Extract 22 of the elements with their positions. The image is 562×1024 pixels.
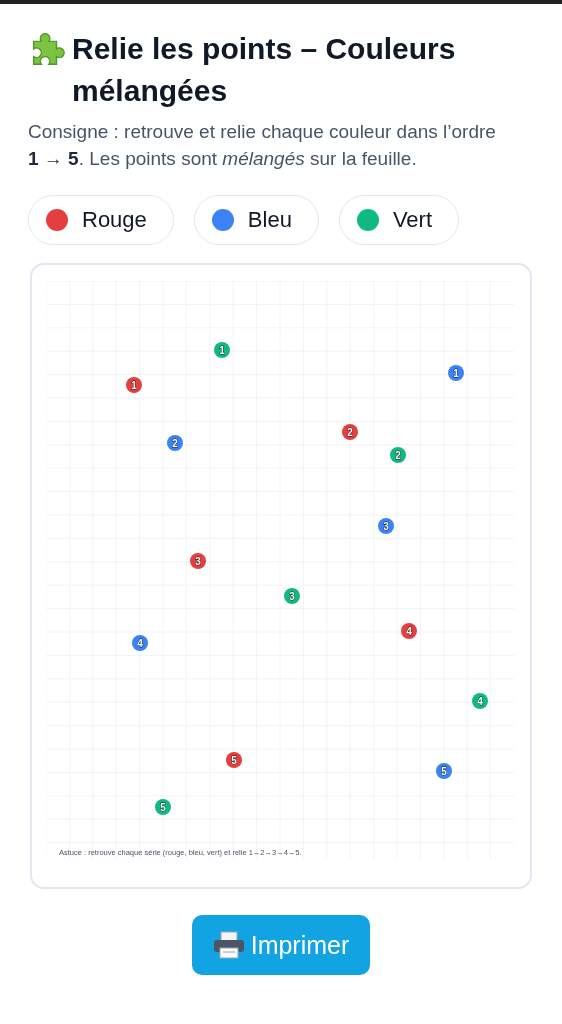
printer-icon — [212, 931, 245, 959]
numbered-dot: 2 — [342, 424, 358, 440]
numbered-dot: 4 — [401, 623, 417, 639]
numbered-dot: 3 — [190, 553, 206, 569]
numbered-dot: 4 — [132, 635, 148, 651]
numbered-dot: 4 — [472, 693, 488, 709]
numbered-dot: 2 — [167, 435, 183, 451]
legend-label: Bleu — [247, 207, 292, 233]
instructions: Consigne : retrouve et relie chaque couleur dans l’ordre 1 → 5. Les points sont mélangés sur la feuille. — [28, 120, 497, 171]
legend-label: Vert — [392, 207, 433, 233]
print-button[interactable]: Imprimer — [191, 915, 371, 975]
numbered-dot: 2 — [390, 447, 406, 463]
numbered-dot: 1 — [214, 342, 230, 358]
numbered-dot: 3 — [378, 518, 394, 534]
numbered-dot: 5 — [436, 763, 452, 779]
numbered-dot: 1 — [448, 365, 464, 381]
page-title: Relie les points – Couleurs mélangées — [72, 31, 457, 109]
numbered-dot: 3 — [284, 588, 300, 604]
numbered-dot: 1 — [126, 377, 142, 393]
legend-label: Rouge — [82, 207, 147, 233]
numbered-dot: 5 — [155, 799, 171, 815]
numbered-dot: 5 — [226, 752, 242, 768]
